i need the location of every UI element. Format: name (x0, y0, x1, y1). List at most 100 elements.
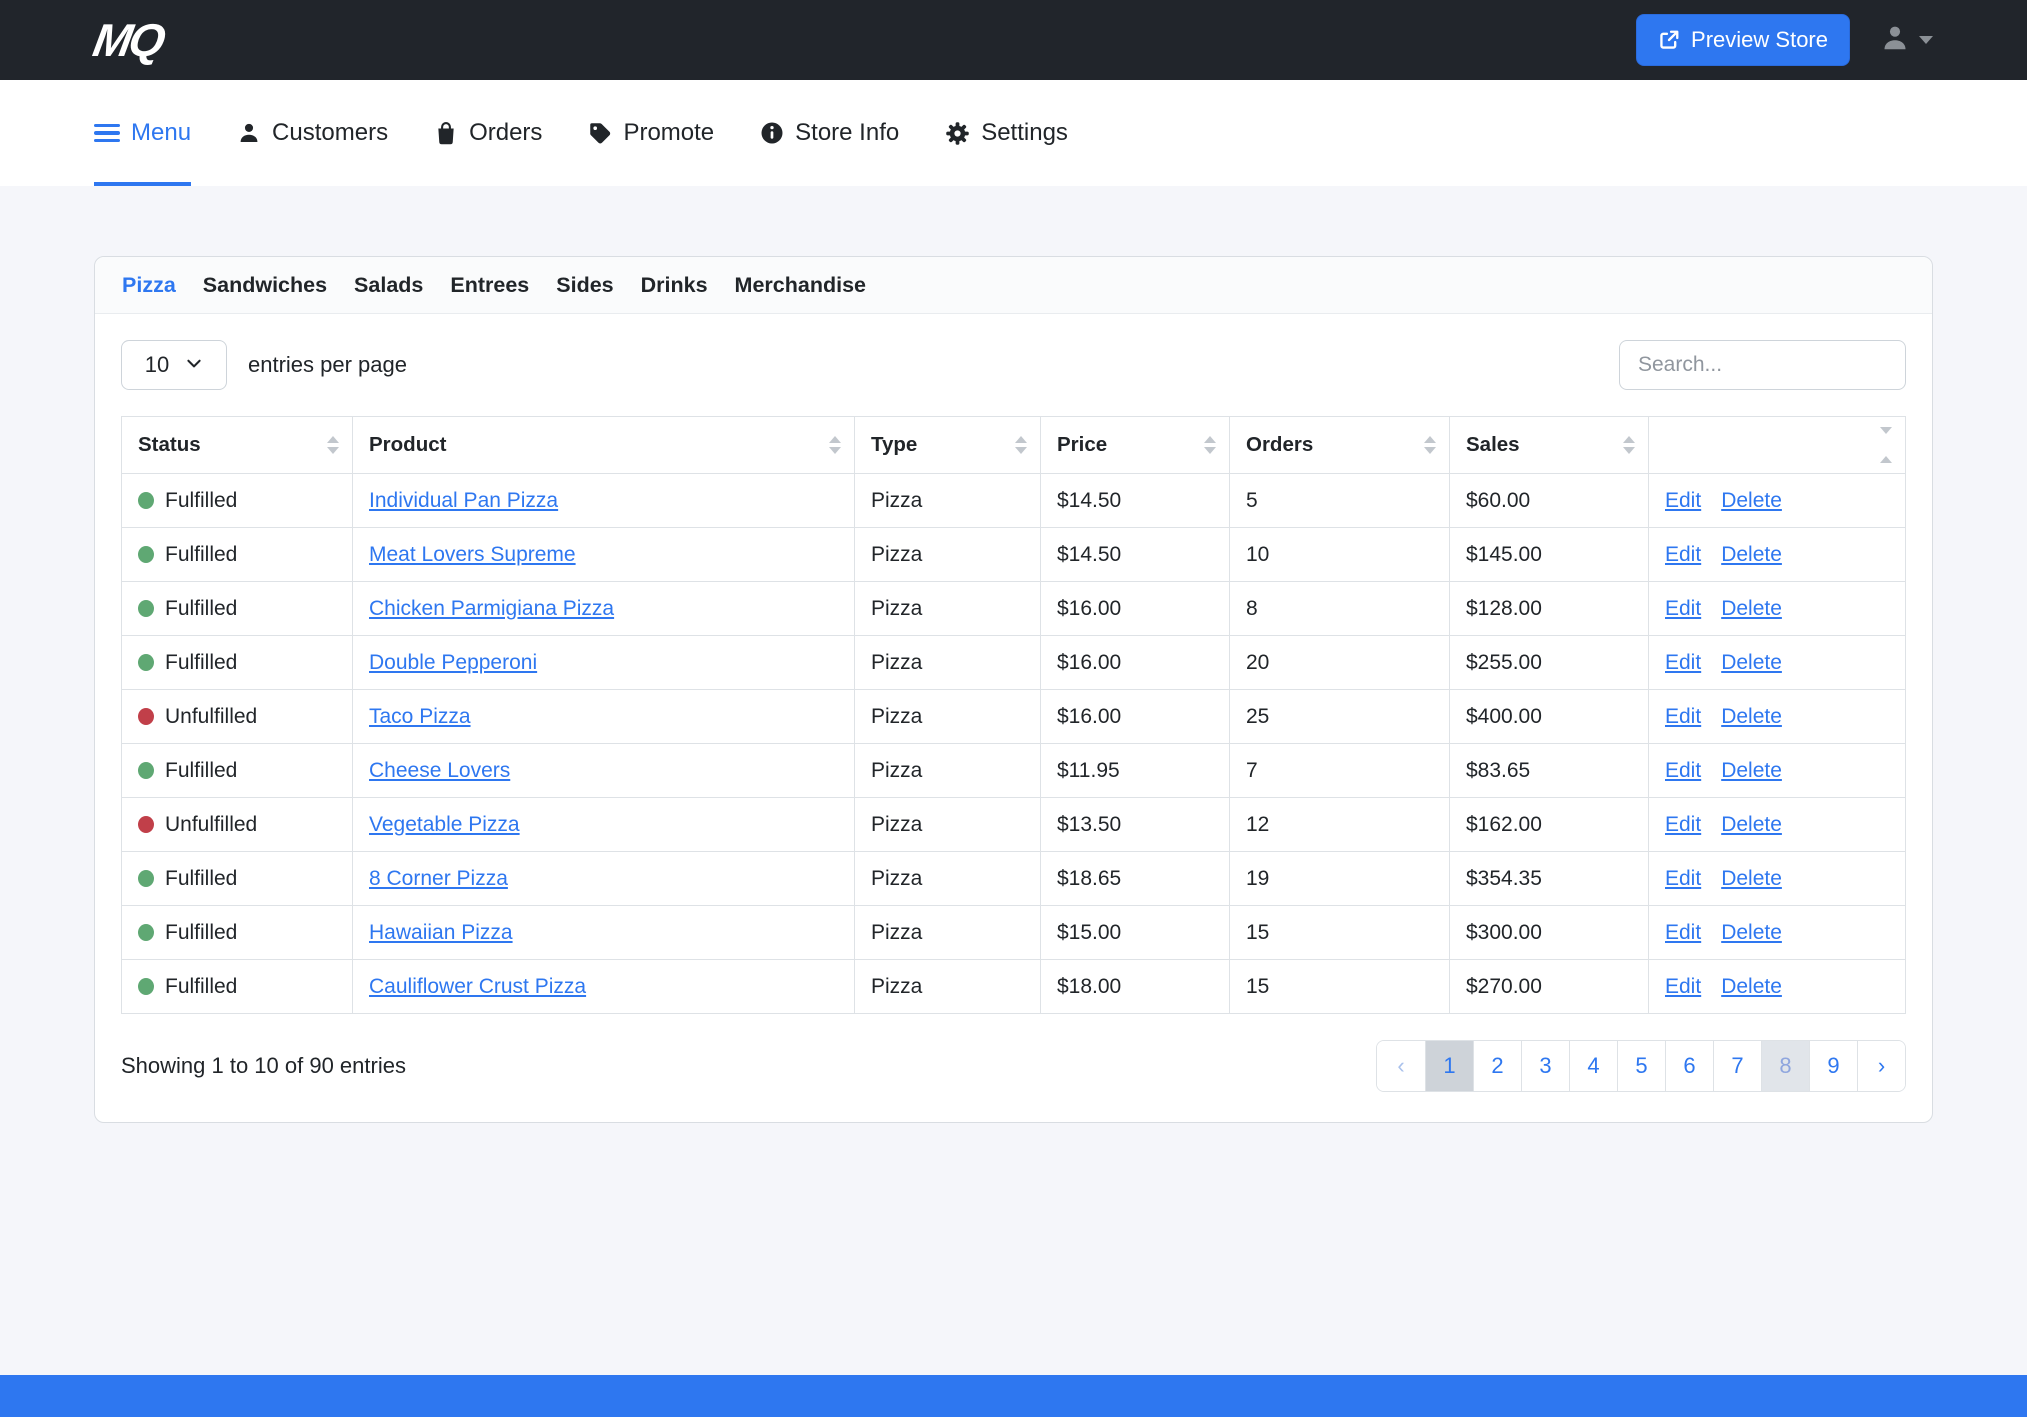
pagination-page-1[interactable]: 1 (1425, 1041, 1473, 1091)
price-cell: $16.00 (1041, 636, 1230, 690)
column-header-product[interactable]: Product (353, 417, 855, 474)
product-link[interactable]: Chicken Parmigiana Pizza (369, 597, 614, 620)
product-link[interactable]: Cauliflower Crust Pizza (369, 975, 586, 998)
orders-cell: 15 (1230, 960, 1450, 1014)
price-cell: $18.00 (1041, 960, 1230, 1014)
nav-item-settings[interactable]: Settings (945, 80, 1068, 186)
pagination-page-5[interactable]: 5 (1617, 1041, 1665, 1091)
table-row: Fulfilled Cheese Lovers Pizza $11.95 7 $… (122, 744, 1906, 798)
delete-link[interactable]: Delete (1721, 489, 1782, 512)
status-label: Fulfilled (165, 921, 237, 944)
tab-entrees[interactable]: Entrees (450, 273, 529, 298)
tag-icon (588, 121, 612, 145)
edit-link[interactable]: Edit (1665, 543, 1701, 566)
status-dot (138, 708, 154, 725)
hamburger-icon (94, 124, 120, 143)
tab-merchandise[interactable]: Merchandise (735, 273, 866, 298)
status-cell: Fulfilled (122, 474, 353, 528)
pagination-page-3[interactable]: 3 (1521, 1041, 1569, 1091)
tab-salads[interactable]: Salads (354, 273, 423, 298)
user-menu[interactable] (1880, 23, 1933, 58)
product-link[interactable]: Meat Lovers Supreme (369, 543, 576, 566)
tab-sides[interactable]: Sides (556, 273, 613, 298)
column-header-actions[interactable] (1649, 417, 1906, 474)
shopping-bag-icon (434, 121, 458, 145)
delete-link[interactable]: Delete (1721, 705, 1782, 728)
edit-link[interactable]: Edit (1665, 813, 1701, 836)
delete-link[interactable]: Delete (1721, 543, 1782, 566)
column-header-sales[interactable]: Sales (1450, 417, 1649, 474)
entries-per-page-select[interactable]: 10 (121, 340, 227, 390)
gear-icon (945, 121, 970, 146)
price-cell: $14.50 (1041, 528, 1230, 582)
edit-link[interactable]: Edit (1665, 489, 1701, 512)
price-cell: $16.00 (1041, 690, 1230, 744)
status-cell: Fulfilled (122, 744, 353, 798)
status-label: Fulfilled (165, 489, 237, 512)
edit-link[interactable]: Edit (1665, 651, 1701, 674)
column-header-orders[interactable]: Orders (1230, 417, 1450, 474)
orders-cell: 7 (1230, 744, 1450, 798)
sales-cell: $145.00 (1450, 528, 1649, 582)
user-icon (1880, 23, 1910, 58)
table-row: Fulfilled Double Pepperoni Pizza $16.00 … (122, 636, 1906, 690)
type-cell: Pizza (855, 852, 1041, 906)
column-header-type[interactable]: Type (855, 417, 1041, 474)
product-link[interactable]: Hawaiian Pizza (369, 921, 513, 944)
edit-link[interactable]: Edit (1665, 705, 1701, 728)
product-link[interactable]: Vegetable Pizza (369, 813, 520, 836)
edit-link[interactable]: Edit (1665, 759, 1701, 782)
edit-link[interactable]: Edit (1665, 867, 1701, 890)
table-row: Fulfilled Chicken Parmigiana Pizza Pizza… (122, 582, 1906, 636)
edit-link[interactable]: Edit (1665, 975, 1701, 998)
nav-item-label: Promote (623, 119, 714, 147)
delete-link[interactable]: Delete (1721, 921, 1782, 944)
delete-link[interactable]: Delete (1721, 651, 1782, 674)
pagination-prev[interactable]: ‹ (1377, 1041, 1425, 1091)
orders-cell: 25 (1230, 690, 1450, 744)
delete-link[interactable]: Delete (1721, 867, 1782, 890)
product-link[interactable]: Cheese Lovers (369, 759, 510, 782)
product-link[interactable]: Individual Pan Pizza (369, 489, 558, 512)
status-cell: Fulfilled (122, 582, 353, 636)
pagination-page-6[interactable]: 6 (1665, 1041, 1713, 1091)
column-header-price[interactable]: Price (1041, 417, 1230, 474)
search-input[interactable] (1619, 340, 1906, 390)
pagination-next[interactable]: › (1857, 1041, 1905, 1091)
edit-link[interactable]: Edit (1665, 597, 1701, 620)
sales-cell: $60.00 (1450, 474, 1649, 528)
entries-value: 10 (145, 352, 169, 378)
pagination-page-4[interactable]: 4 (1569, 1041, 1617, 1091)
nav-item-orders[interactable]: Orders (434, 80, 542, 186)
delete-link[interactable]: Delete (1721, 813, 1782, 836)
tab-sandwiches[interactable]: Sandwiches (203, 273, 327, 298)
orders-cell: 5 (1230, 474, 1450, 528)
top-bar: MQ Preview Store (0, 0, 2027, 80)
chevron-down-icon (1919, 36, 1933, 44)
status-label: Fulfilled (165, 651, 237, 674)
delete-link[interactable]: Delete (1721, 597, 1782, 620)
delete-link[interactable]: Delete (1721, 759, 1782, 782)
nav-item-promote[interactable]: Promote (588, 80, 714, 186)
tab-pizza[interactable]: Pizza (122, 273, 176, 298)
orders-cell: 12 (1230, 798, 1450, 852)
product-link[interactable]: 8 Corner Pizza (369, 867, 508, 890)
product-link[interactable]: Double Pepperoni (369, 651, 537, 674)
type-cell: Pizza (855, 960, 1041, 1014)
type-cell: Pizza (855, 744, 1041, 798)
nav-item-store-info[interactable]: Store Info (760, 80, 899, 186)
edit-link[interactable]: Edit (1665, 921, 1701, 944)
product-link[interactable]: Taco Pizza (369, 705, 471, 728)
pagination-page-7[interactable]: 7 (1713, 1041, 1761, 1091)
pagination-page-2[interactable]: 2 (1473, 1041, 1521, 1091)
nav-item-customers[interactable]: Customers (237, 80, 388, 186)
tab-drinks[interactable]: Drinks (641, 273, 708, 298)
pagination-page-9[interactable]: 9 (1809, 1041, 1857, 1091)
pagination-page-8[interactable]: 8 (1761, 1041, 1809, 1091)
nav-item-menu[interactable]: Menu (94, 80, 191, 186)
type-cell: Pizza (855, 798, 1041, 852)
products-table: Status Product Type Price (121, 416, 1906, 1014)
column-header-status[interactable]: Status (122, 417, 353, 474)
delete-link[interactable]: Delete (1721, 975, 1782, 998)
preview-store-button[interactable]: Preview Store (1636, 14, 1850, 66)
